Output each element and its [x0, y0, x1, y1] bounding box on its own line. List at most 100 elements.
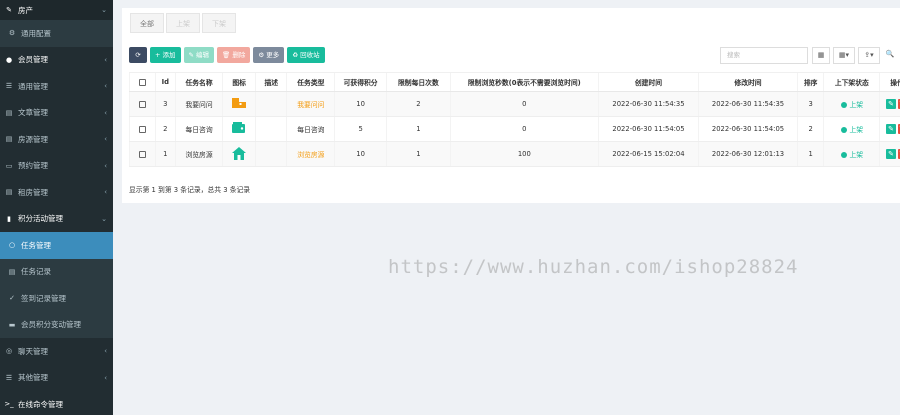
pagination-summary: 显示第 1 到第 3 条记录，总共 3 条记录 [129, 186, 251, 194]
task-points: 10 [334, 141, 387, 167]
edit-button[interactable]: ✎ 编辑 [183, 47, 215, 63]
created-time: 2022-06-30 11:54:05 [597, 116, 699, 142]
home-icon [232, 146, 247, 162]
file-icon: ▤ [5, 135, 13, 144]
sidebar-item-label: 任务记录 [21, 267, 51, 277]
file-icon: ▤ [5, 108, 13, 117]
sidebar-item-label: 文章管理 [18, 108, 48, 118]
column-header: 可获得积分 [334, 72, 387, 92]
sidebar-item[interactable]: ▤ 任务记录 [0, 258, 113, 285]
more-button[interactable]: ⚙ 更多 [253, 47, 285, 63]
sidebar-item-label: 房产 [18, 5, 33, 15]
toggle-view-button[interactable]: ▦ [812, 47, 830, 64]
sidebar-item[interactable]: ⚙ 通用配置 [0, 20, 113, 47]
sidebar-item-label: 其他管理 [18, 373, 48, 383]
select-all-checkbox[interactable] [138, 78, 146, 86]
edit-row-button[interactable]: ✎ [886, 124, 897, 134]
status-label[interactable]: 上架 [850, 101, 864, 109]
sidebar-item[interactable]: ◎ 聊天管理 ‹ [0, 338, 113, 365]
status-badge: 上架 [823, 116, 880, 142]
created-time: 2022-06-30 11:54:35 [597, 91, 699, 117]
sidebar-item[interactable]: ☰ 其他管理 ‹ [0, 365, 113, 392]
sidebar-item[interactable]: ✎ 房产 ⌄ [0, 0, 113, 20]
row-checkbox[interactable] [138, 125, 146, 133]
row-actions: ✎🗑 [879, 91, 900, 117]
updated-time: 2022-06-30 12:01:13 [698, 141, 798, 167]
chat-icon: ◎ [5, 347, 13, 356]
chart-icon: ▮ [7, 214, 11, 223]
row-actions: ✎🗑 [879, 141, 900, 167]
sidebar-item-label: 会员管理 [18, 55, 48, 65]
recycle-bin-button[interactable]: ♻ 回收站 [287, 47, 325, 63]
row-checkbox[interactable] [138, 150, 146, 158]
sidebar-item[interactable]: ○ 任务管理 [0, 232, 113, 259]
add-button[interactable]: + 添加 [150, 47, 181, 63]
task-daily-limit: 1 [385, 116, 451, 142]
table-body: 3 我要问问 我要问问 10 2 0 2022-06-30 11:54:35 2022-06-… [129, 91, 900, 167]
sidebar-item[interactable]: ▤ 房源管理 ‹ [0, 126, 113, 153]
sidebar-item[interactable]: ▬ 会员积分变动管理 [0, 311, 113, 338]
chevron-icon: ⌄ [101, 6, 107, 14]
sidebar-item[interactable]: ▭ 预约管理 ‹ [0, 153, 113, 180]
column-header: 限制每日次数 [385, 72, 451, 92]
sidebar-item[interactable]: ✓ 签到记录管理 [0, 285, 113, 312]
column-header: 上下架状态 [823, 72, 880, 92]
tag-icon: ✎ [6, 6, 12, 14]
task-desc [255, 141, 287, 167]
search-icon[interactable]: 🔍 [883, 47, 897, 64]
sidebar-item[interactable]: >_ 在线命令管理 [0, 391, 113, 415]
status-dot-icon [840, 127, 847, 133]
sidebar-item-label: 会员积分变动管理 [21, 320, 81, 330]
chevron-icon: ‹ [104, 108, 107, 117]
chevron-icon: ‹ [104, 135, 107, 144]
chevron-icon: ‹ [104, 188, 107, 197]
task-name: 浏览房源 [174, 141, 223, 167]
select-all-checkbox-header[interactable] [129, 72, 156, 92]
tab-all[interactable]: 全部 [130, 13, 164, 33]
sidebar-item-label: 任务管理 [21, 240, 51, 250]
task-daily-limit: 2 [385, 91, 451, 117]
task-seconds: 0 [450, 116, 599, 142]
card-icon: ▬ [8, 320, 16, 329]
task-sort: 3 [796, 91, 824, 117]
sidebar-item[interactable]: ▮ 积分活动管理 ⌄ [0, 206, 113, 233]
columns-button[interactable]: ▦▾ [833, 47, 855, 64]
chevron-icon: ⌄ [101, 214, 107, 223]
status-label[interactable]: 上架 [850, 151, 864, 159]
column-header: 限制浏览秒数(0表示不需要浏览时间) [450, 72, 599, 92]
wallet-icon [232, 122, 246, 136]
gear-icon: ⚙ [8, 29, 16, 38]
column-header: 修改时间 [698, 72, 798, 92]
updated-time: 2022-06-30 11:54:05 [698, 116, 798, 142]
status-label[interactable]: 上架 [850, 126, 864, 134]
column-header: 任务类型 [286, 72, 335, 92]
main-content: 全部 上架 下架 ⟳ + 添加 ✎ 编辑 🗑 删除 ⚙ 更多 ♻ 回收站 搜索 … [113, 0, 900, 415]
status-badge: 上架 [823, 141, 880, 167]
sidebar-item[interactable]: ▤ 租房管理 ‹ [0, 179, 113, 206]
refresh-button[interactable]: ⟳ [129, 47, 147, 63]
task-id: 2 [154, 116, 176, 142]
task-type: 我要问问 [286, 91, 335, 117]
watermark: https://www.huzhan.com/ishop28824 [388, 256, 799, 278]
user-icon: ● [5, 55, 13, 64]
edit-row-button[interactable]: ✎ [886, 149, 897, 159]
task-id: 1 [154, 141, 176, 167]
export-button[interactable]: ⇪▾ [858, 47, 880, 64]
task-desc [255, 116, 287, 142]
list-icon: ☰ [5, 82, 13, 91]
sidebar-item[interactable]: ▤ 文章管理 ‹ [0, 100, 113, 127]
edit-row-button[interactable]: ✎ [886, 99, 897, 109]
row-checkbox[interactable] [138, 100, 146, 108]
delete-button[interactable]: 🗑 删除 [217, 47, 251, 63]
check-icon: ✓ [9, 294, 15, 303]
tab-online[interactable]: 上架 [166, 13, 200, 33]
tab-offline[interactable]: 下架 [202, 13, 236, 33]
sidebar-item-label: 签到记录管理 [21, 293, 66, 303]
search-input[interactable]: 搜索 [720, 47, 808, 64]
sidebar-item[interactable]: ● 会员管理 ‹ [0, 47, 113, 74]
sidebar-item[interactable]: ☰ 通用管理 ‹ [0, 73, 113, 100]
table-row: 1 浏览房源 浏览房源 10 1 100 2022-06-15 15:02:04 2022-0… [129, 141, 900, 167]
task-name: 我要问问 [174, 91, 223, 117]
sidebar-item-label: 预约管理 [18, 161, 48, 171]
column-header: 创建时间 [597, 72, 699, 92]
